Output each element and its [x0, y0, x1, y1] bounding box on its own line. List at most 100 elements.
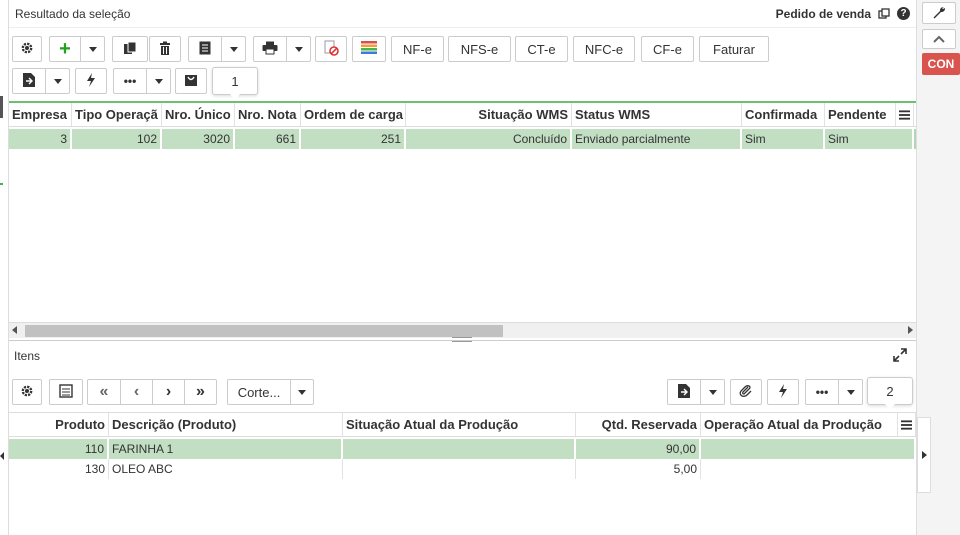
- help-icon[interactable]: ?: [897, 7, 910, 20]
- col-situacao-producao[interactable]: Situação Atual da Produção: [343, 413, 576, 436]
- cte-button[interactable]: CT-e: [515, 36, 568, 62]
- column-menu-icon[interactable]: [898, 413, 916, 436]
- col-status-wms[interactable]: Status WMS: [572, 103, 742, 126]
- add-dropdown-button[interactable]: [80, 37, 104, 61]
- actions-button[interactable]: [75, 68, 107, 94]
- table-row[interactable]: 110 FARINHA 1 90,00: [9, 439, 916, 459]
- chevron-right-icon: [921, 451, 927, 459]
- double-chevron-left-icon: «: [99, 383, 109, 400]
- add-button[interactable]: +: [50, 37, 80, 61]
- items-export-button[interactable]: [668, 380, 700, 404]
- colors-button[interactable]: [352, 36, 386, 62]
- col-operacao-producao[interactable]: Operação Atual da Produção: [701, 413, 898, 436]
- print-dropdown-button[interactable]: [286, 37, 310, 61]
- items-settings-button[interactable]: [12, 379, 42, 405]
- cell-status-wms: Enviado parcialmente: [572, 129, 742, 149]
- add-split-button[interactable]: +: [49, 36, 105, 62]
- items-more-button[interactable]: •••: [806, 380, 838, 404]
- results-grid-header: Empresa Tipo Operaçã Nro. Único Nro. Not…: [9, 103, 916, 127]
- bag-button[interactable]: [175, 68, 207, 94]
- nfe-button[interactable]: NF-e: [391, 36, 444, 62]
- export-dropdown-button[interactable]: [45, 69, 69, 93]
- more-dropdown-button[interactable]: [146, 69, 170, 93]
- cell-produto: 130: [9, 459, 109, 479]
- first-page-button[interactable]: «: [88, 380, 120, 404]
- settings-button[interactable]: [12, 36, 42, 62]
- corte-dropdown-button[interactable]: [290, 380, 313, 404]
- items-export-dropdown-button[interactable]: [700, 380, 724, 404]
- chevron-down-icon: [53, 78, 62, 84]
- col-tipo-operacao[interactable]: Tipo Operaçã: [72, 103, 162, 126]
- results-title: Resultado da seleção: [15, 6, 131, 21]
- items-more-split-button[interactable]: •••: [805, 379, 863, 405]
- col-empresa[interactable]: Empresa: [9, 103, 72, 126]
- results-header: Resultado da seleção Pedido de venda ?: [9, 0, 916, 28]
- last-page-button[interactable]: »: [184, 380, 216, 404]
- con-badge[interactable]: CON: [922, 53, 960, 75]
- print-split-button[interactable]: [253, 36, 311, 62]
- scroll-left-arrow-icon[interactable]: [12, 326, 17, 334]
- prev-page-button[interactable]: ‹: [120, 380, 152, 404]
- copy-icon: [123, 41, 137, 58]
- report-button[interactable]: [189, 37, 221, 61]
- export-button[interactable]: [13, 69, 45, 93]
- pagination-group: « ‹ › »: [87, 379, 217, 405]
- col-confirmada[interactable]: Confirmada: [742, 103, 825, 126]
- app-frame: Resultado da seleção Pedido de venda ? +: [0, 0, 960, 535]
- items-list-button[interactable]: [49, 379, 83, 405]
- results-horizontal-scrollbar[interactable]: [9, 322, 916, 338]
- chevron-down-icon: [154, 78, 163, 84]
- chevron-down-icon: [708, 389, 717, 395]
- scroll-right-arrow-icon[interactable]: [908, 326, 913, 334]
- more-split-button[interactable]: •••: [113, 68, 171, 94]
- next-page-button[interactable]: ›: [152, 380, 184, 404]
- scrollbar-thumb[interactable]: [25, 325, 503, 337]
- items-actions-button[interactable]: [767, 379, 799, 405]
- chevron-down-icon: [88, 46, 97, 52]
- nfce-button[interactable]: NFC-e: [573, 36, 635, 62]
- side-expand-tab[interactable]: [917, 417, 931, 493]
- chevron-right-icon: ›: [165, 383, 172, 400]
- lightning-icon: [778, 383, 788, 401]
- col-ordem-carga[interactable]: Ordem de carga: [301, 103, 406, 126]
- report-dropdown-button[interactable]: [221, 37, 245, 61]
- copy-window-icon[interactable]: [877, 7, 891, 21]
- print-button[interactable]: [254, 37, 286, 61]
- items-more-dropdown-button[interactable]: [838, 380, 862, 404]
- col-nro-unico[interactable]: Nro. Único: [162, 103, 235, 126]
- report-split-button[interactable]: [188, 36, 246, 62]
- left-scroll-arrow[interactable]: [0, 452, 4, 460]
- col-nro-nota[interactable]: Nro. Nota: [235, 103, 301, 126]
- cfe-button[interactable]: CF-e: [641, 36, 694, 62]
- more-button[interactable]: •••: [114, 69, 146, 93]
- table-row[interactable]: 3 102 3020 661 251 Concluído Enviado par…: [9, 129, 916, 149]
- delete-button[interactable]: [149, 36, 181, 62]
- corte-button[interactable]: Corte...: [228, 380, 290, 404]
- collapse-button[interactable]: [922, 29, 956, 49]
- col-situacao-wms[interactable]: Situação WMS: [406, 103, 572, 126]
- nfse-button[interactable]: NFS-e: [448, 36, 511, 62]
- faturar-button[interactable]: Faturar: [699, 36, 769, 62]
- cell-empresa: 3: [9, 129, 72, 149]
- attach-button[interactable]: [730, 379, 762, 405]
- col-descricao-produto[interactable]: Descrição (Produto): [109, 413, 343, 436]
- export-split-button[interactable]: [12, 68, 70, 94]
- items-export-split-button[interactable]: [667, 379, 725, 405]
- table-row[interactable]: 130 OLEO ABC 5,00: [9, 459, 916, 479]
- cell-nro-nota: 661: [235, 129, 301, 149]
- left-edge-marker: [0, 96, 3, 118]
- duplicate-button[interactable]: [112, 36, 148, 62]
- expand-icon[interactable]: [893, 348, 907, 365]
- col-pendente[interactable]: Pendente: [825, 103, 896, 126]
- col-qtd-reservada[interactable]: Qtd. Reservada: [576, 413, 701, 436]
- tools-button[interactable]: [922, 2, 956, 24]
- column-menu-icon[interactable]: [896, 103, 914, 126]
- printer-icon: [262, 41, 278, 58]
- col-produto[interactable]: Produto: [9, 413, 109, 436]
- corte-split-button[interactable]: Corte...: [227, 379, 314, 405]
- cell-operacao: [701, 459, 916, 479]
- chevron-down-icon: [294, 46, 303, 52]
- shopping-bag-icon: [184, 73, 198, 90]
- splitter-grip-icon[interactable]: [452, 337, 472, 342]
- cancel-document-button[interactable]: [315, 36, 347, 62]
